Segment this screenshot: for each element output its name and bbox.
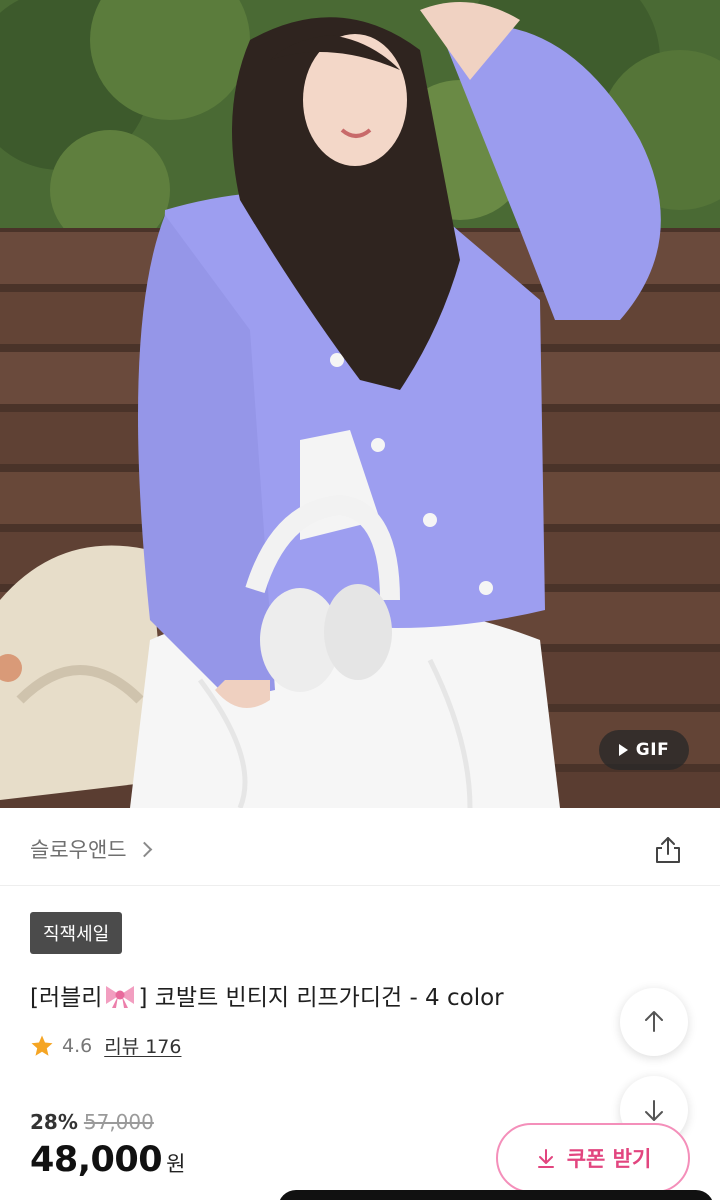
chevron-right-icon [136, 841, 152, 857]
scroll-up-button[interactable] [620, 988, 688, 1056]
sale-badge: 직잭세일 [30, 912, 123, 954]
title-suffix: ] 코발트 빈티지 리프가디건 - 4 color [138, 985, 504, 1011]
original-price: 57,000 [83, 1110, 154, 1134]
play-icon [618, 744, 628, 756]
share-icon [656, 837, 680, 863]
coupon-button[interactable]: 쿠폰 받기 [496, 1123, 690, 1193]
discount-row: 28% 57,000 [30, 1110, 154, 1134]
gif-label: GIF [635, 740, 670, 760]
brand-row: 슬로우앤드 [0, 808, 720, 886]
currency-label: 원 [166, 1152, 186, 1176]
ribbon-icon [106, 986, 135, 1008]
discount-rate: 28% [30, 1110, 78, 1134]
price-row: 48,000 원 [30, 1140, 185, 1180]
bottom-action-bar[interactable] [278, 1190, 714, 1200]
gif-badge[interactable]: GIF [599, 730, 689, 770]
product-title: [러블리 ] 코발트 빈티지 리프가디건 - 4 color [30, 978, 504, 1012]
arrow-down-icon [645, 1100, 663, 1121]
download-icon [537, 1149, 554, 1168]
arrow-up-icon [645, 1011, 663, 1032]
sale-price: 48,000 [30, 1140, 163, 1180]
product-hero-image[interactable]: GIF [0, 0, 720, 808]
brand-name: 슬로우앤드 [30, 838, 127, 862]
review-link[interactable]: 리뷰 176 [104, 1032, 181, 1059]
title-prefix: [러블리 [30, 985, 103, 1011]
product-photo [0, 0, 720, 808]
star-icon [31, 1035, 53, 1056]
share-button[interactable] [648, 830, 688, 870]
rating-score: 4.6 [62, 1034, 93, 1057]
rating-row: 4.6 리뷰 176 [30, 1032, 181, 1059]
brand-link[interactable]: 슬로우앤드 [30, 834, 152, 864]
coupon-label: 쿠폰 받기 [566, 1147, 652, 1171]
